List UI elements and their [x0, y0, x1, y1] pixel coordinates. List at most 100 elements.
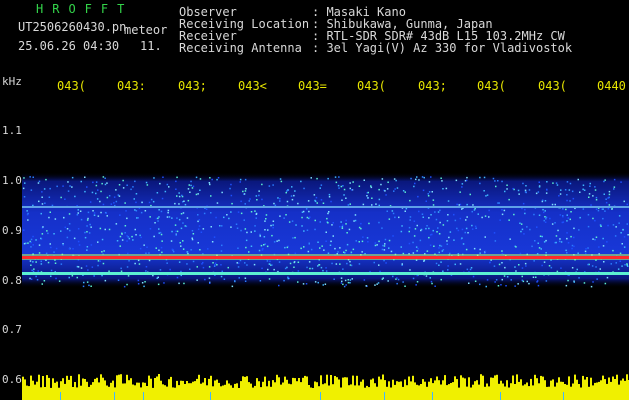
noise-speckle	[50, 246, 52, 249]
noise-speckle	[342, 268, 344, 270]
noise-speckle	[317, 281, 319, 284]
noise-speckle	[418, 210, 420, 213]
meteor-marker	[432, 392, 433, 400]
histogram-bar	[82, 378, 84, 400]
noise-speckle	[498, 263, 501, 266]
noise-speckle	[223, 278, 226, 280]
noise-speckle	[501, 209, 503, 211]
histogram-bar	[388, 381, 390, 400]
noise-speckle	[293, 266, 295, 268]
noise-speckle	[430, 176, 432, 178]
noise-speckle	[556, 270, 559, 273]
noise-speckle	[378, 198, 381, 201]
noise-speckle	[89, 201, 92, 203]
time-tick: 043(	[538, 79, 567, 93]
noise-speckle	[557, 229, 559, 232]
noise-speckle	[86, 231, 88, 233]
noise-speckle	[84, 231, 86, 234]
noise-speckle	[331, 224, 333, 226]
histogram-bar	[450, 383, 452, 400]
freq-tick: 0.7	[2, 323, 22, 336]
noise-speckle	[317, 241, 319, 243]
noise-speckle	[190, 249, 192, 251]
histogram-bar	[364, 387, 366, 400]
histogram-bar	[218, 382, 220, 400]
noise-speckle	[330, 240, 332, 243]
noise-speckle	[211, 241, 214, 243]
noise-speckle	[205, 208, 208, 210]
noise-speckle	[309, 267, 311, 270]
noise-speckle	[67, 190, 70, 192]
noise-speckle	[134, 180, 136, 183]
noise-speckle	[306, 216, 309, 219]
histogram-bar	[56, 381, 58, 400]
noise-speckle	[266, 260, 269, 262]
noise-speckle	[102, 176, 105, 178]
noise-speckle	[50, 269, 53, 272]
noise-speckle	[413, 220, 416, 222]
noise-speckle	[499, 219, 501, 221]
noise-speckle	[555, 241, 557, 244]
noise-speckle	[397, 278, 400, 281]
noise-speckle	[504, 266, 506, 269]
histogram-bar	[108, 386, 110, 400]
noise-speckle	[208, 182, 211, 184]
noise-speckle	[80, 218, 83, 221]
noise-speckle	[83, 281, 85, 284]
noise-speckle	[506, 188, 508, 190]
noise-speckle	[462, 243, 465, 245]
noise-speckle	[422, 216, 424, 218]
noise-speckle	[182, 240, 184, 242]
histogram-bar	[338, 379, 340, 400]
histogram-bar	[154, 378, 156, 400]
noise-speckle	[196, 279, 198, 281]
noise-speckle	[455, 179, 458, 182]
noise-speckle	[306, 229, 309, 231]
noise-speckle	[442, 188, 444, 190]
noise-speckle	[272, 224, 274, 226]
noise-speckle	[596, 278, 598, 280]
noise-speckle	[328, 211, 330, 213]
noise-speckle	[422, 189, 425, 192]
noise-speckle	[208, 277, 211, 279]
noise-speckle	[446, 240, 448, 242]
histogram-bar	[442, 380, 444, 400]
noise-speckle	[79, 210, 82, 212]
noise-speckle	[268, 263, 271, 265]
histogram-bar	[230, 385, 232, 400]
noise-speckle	[438, 247, 440, 249]
noise-speckle	[158, 209, 160, 211]
noise-speckle	[134, 262, 136, 265]
noise-speckle	[179, 242, 181, 244]
noise-speckle	[32, 244, 34, 246]
noise-speckle	[465, 219, 467, 221]
noise-speckle	[273, 202, 275, 205]
histogram-bar	[112, 380, 114, 400]
noise-speckle	[613, 178, 616, 181]
histogram-bar	[448, 384, 450, 400]
noise-speckle	[332, 235, 334, 237]
noise-speckle	[367, 197, 369, 199]
noise-speckle	[197, 193, 199, 195]
noise-speckle	[447, 200, 450, 202]
noise-speckle	[119, 214, 121, 216]
noise-speckle	[484, 236, 486, 238]
histogram-bar	[226, 380, 228, 400]
noise-speckle	[161, 197, 164, 200]
noise-speckle	[435, 262, 438, 265]
noise-speckle	[514, 266, 516, 268]
noise-speckle	[493, 232, 496, 234]
noise-speckle	[278, 261, 281, 263]
noise-speckle	[361, 251, 363, 253]
histogram-bar	[570, 386, 572, 400]
histogram-bar	[476, 380, 478, 400]
noise-speckle	[447, 265, 449, 267]
noise-speckle	[378, 204, 380, 207]
noise-speckle	[230, 211, 232, 213]
noise-speckle	[97, 260, 100, 262]
time-tick: 043(	[477, 79, 506, 93]
noise-speckle	[140, 211, 143, 214]
noise-speckle	[169, 268, 171, 271]
noise-speckle	[92, 210, 94, 212]
noise-band	[22, 172, 629, 288]
